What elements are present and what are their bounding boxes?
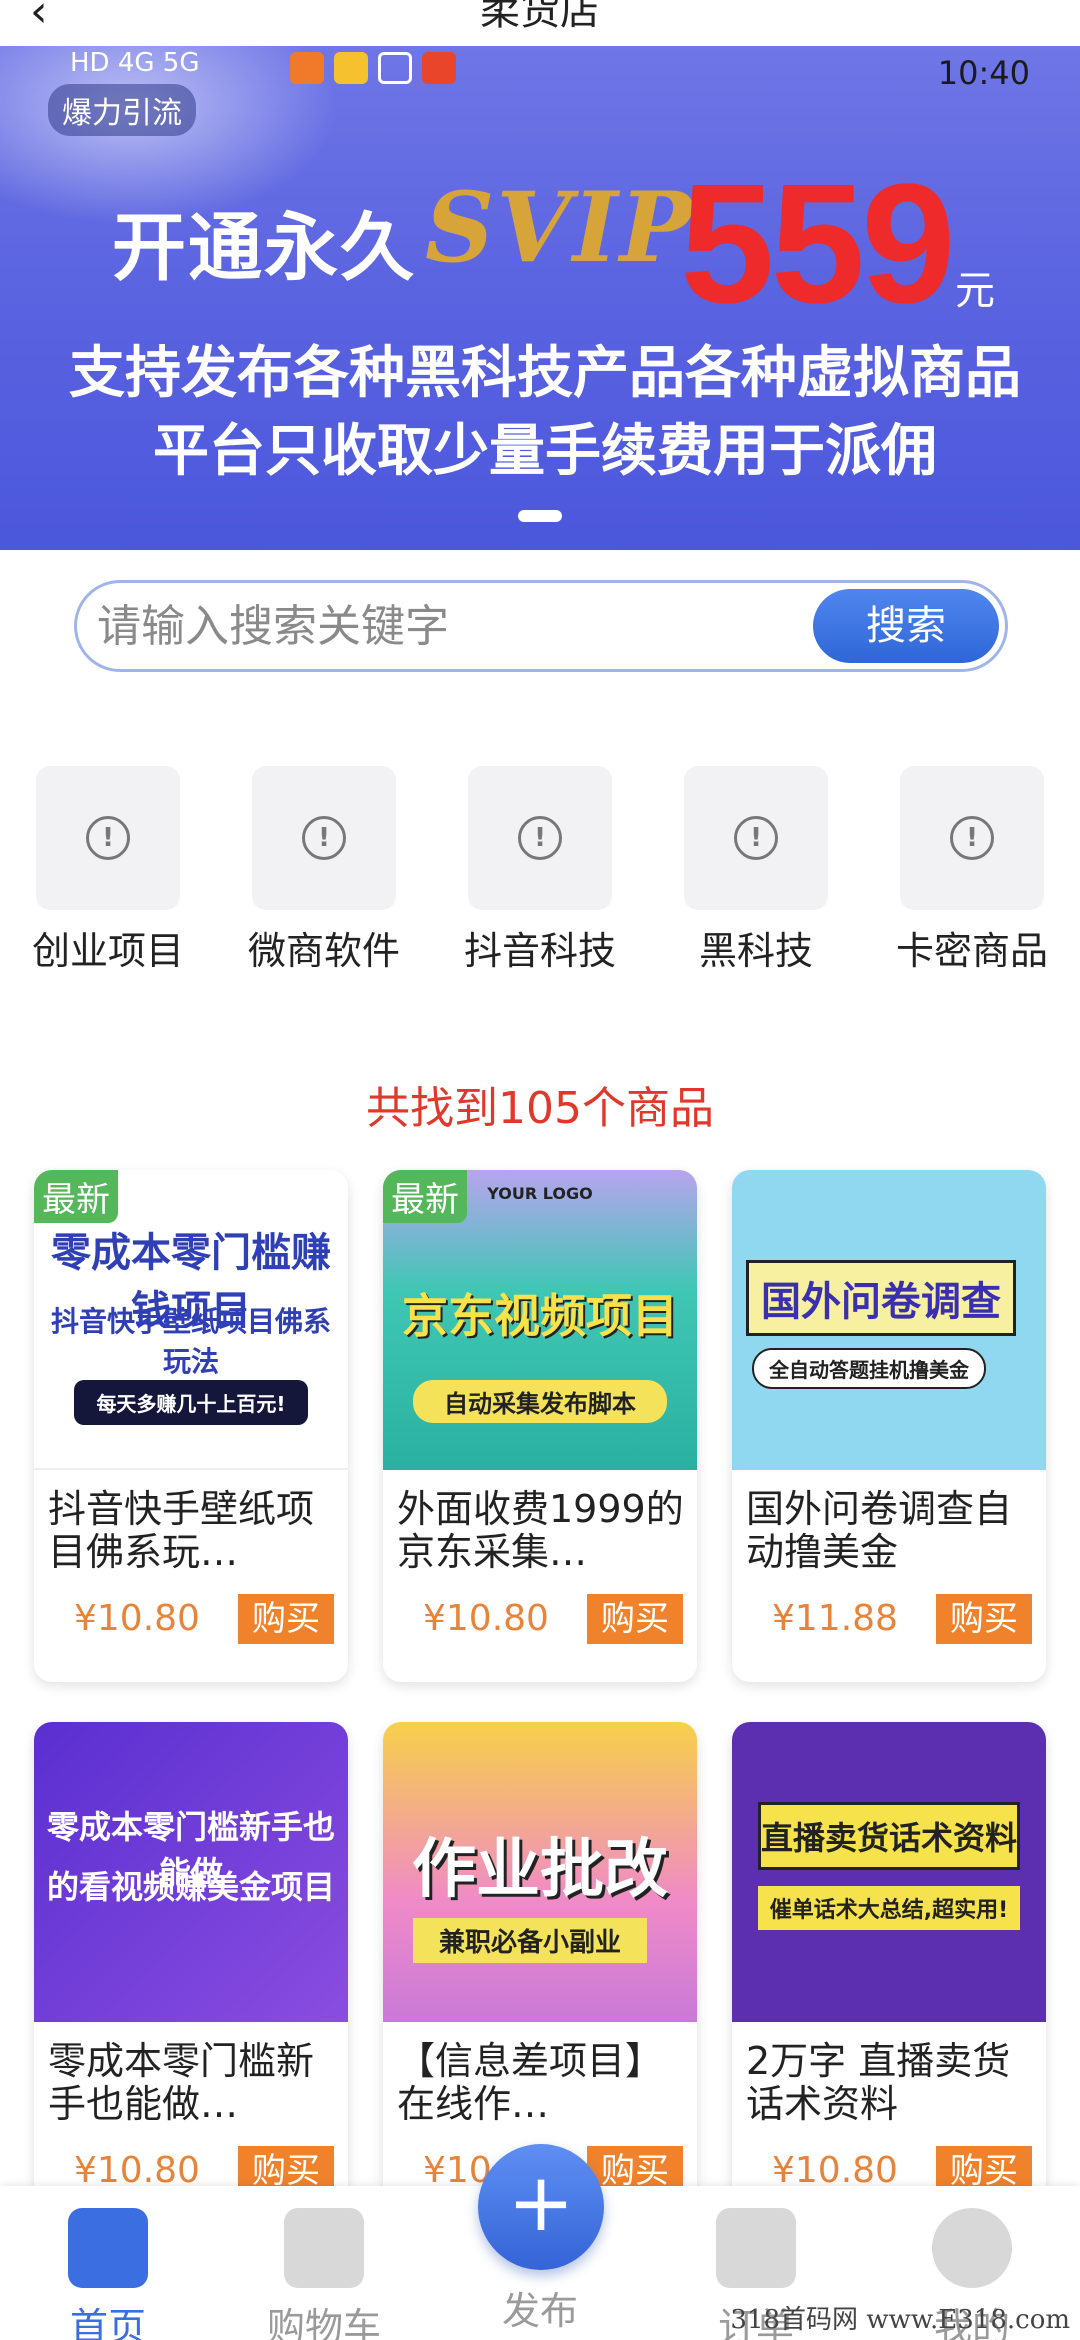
search-bar: 搜索 [74, 580, 1008, 672]
category-thumb: ! [252, 766, 396, 910]
buy-button[interactable]: 购买 [587, 1594, 683, 1644]
carousel-indicator [518, 510, 562, 522]
plus-icon: + [507, 2156, 575, 2249]
buy-button[interactable]: 购买 [936, 1594, 1032, 1644]
warning-icon: ! [518, 816, 562, 860]
warning-icon: ! [734, 816, 778, 860]
banner-price: 559 [680, 149, 956, 339]
search-input[interactable] [97, 593, 797, 659]
thumb-subtitle: 全自动答题挂机撸美金 [752, 1348, 986, 1389]
watermark: 318首码网 www.E318.com [730, 2305, 1070, 2335]
app-notification-icon [290, 52, 324, 84]
banner-line-2: 平台只收取少量手续费用于派佣 [153, 419, 937, 484]
top-nav: ‹ 柔货店 [0, 0, 1080, 46]
category-thumb: ! [684, 766, 828, 910]
thumb-subtitle: 催单话术大总结,超实用! [758, 1886, 1020, 1930]
product-title: 【信息差项目】在线作… [397, 2040, 664, 2126]
result-count: 共找到105个商品 [366, 1083, 714, 1134]
product-thumbnail: 直播卖货话术资料 催单话术大总结,超实用! [732, 1722, 1046, 2022]
product-price: ¥10.80 [74, 2150, 200, 2191]
warning-icon: ! [86, 816, 130, 860]
banner-price-unit: 元 [955, 268, 995, 314]
category-label: 微商软件 [247, 929, 400, 973]
thumb-subtitle: 自动采集发布脚本 [413, 1380, 667, 1423]
shopping-cart-icon [378, 52, 412, 84]
product-title: 零成本零门槛新手也能做… [48, 2040, 315, 2126]
book-icon [422, 52, 456, 84]
banner-headline: 开通永久 [112, 205, 416, 291]
category-label: 抖音科技 [463, 929, 616, 973]
product-price: ¥11.88 [772, 1598, 898, 1639]
category-item[interactable]: ! 卡密商品 [882, 766, 1062, 975]
product-card[interactable]: YOUR LOGO 京东视频项目 自动采集发布脚本 最新 外面收费1999的京东… [383, 1170, 697, 1682]
product-card[interactable]: 零成本零门槛新手也能做 的看视频赚美金项目 零成本零门槛新手也能做… ¥10.8… [34, 1722, 348, 2234]
product-title: 外面收费1999的京东采集… [397, 1488, 684, 1574]
publish-label: 发布 [501, 2289, 578, 2333]
thumb-subtitle: 兼职必备小副业 [413, 1918, 647, 1963]
status-time: 10:40 [937, 54, 1030, 92]
product-card[interactable]: 直播卖货话术资料 催单话术大总结,超实用! 2万字 直播卖货话术资料 ¥10.8… [732, 1722, 1046, 2234]
product-thumbnail: 零成本零门槛新手也能做 的看视频赚美金项目 [34, 1722, 348, 2022]
tab-cart[interactable]: 购物车 [234, 2196, 414, 2340]
new-badge: 最新 [383, 1170, 467, 1223]
product-thumbnail: YOUR LOGO 京东视频项目 自动采集发布脚本 最新 [383, 1170, 697, 1470]
category-label: 卡密商品 [895, 929, 1048, 973]
thumb-title: 京东视频项目 [402, 1289, 678, 1343]
thumb-subtitle: 的看视频赚美金项目 [46, 1868, 335, 1906]
buy-button[interactable]: 购买 [238, 1594, 334, 1644]
product-thumbnail: 零成本零门槛赚钱项目 抖音快手壁纸项目佛系玩法 每天多赚几十上百元! 最新 [34, 1170, 348, 1470]
promo-banner[interactable]: HD 4G 5G 10:40 爆力引流 开通永久 SVIP 559 元 支持发布… [0, 46, 1080, 550]
category-item[interactable]: ! 黑科技 [666, 766, 846, 975]
status-bar-left: HD 4G 5G [70, 48, 200, 78]
warning-icon: ! [950, 816, 994, 860]
warning-icon: ! [302, 816, 346, 860]
category-item[interactable]: ! 创业项目 [18, 766, 198, 975]
order-icon [716, 2208, 796, 2288]
status-app-icons [290, 52, 456, 84]
svip-logo: SVIP [425, 171, 694, 284]
cart-icon [284, 2208, 364, 2288]
user-icon [932, 2208, 1012, 2288]
product-price: ¥10.80 [74, 1598, 200, 1639]
category-row: ! 创业项目 ! 微商软件 ! 抖音科技 ! 黑科技 ! 卡密商品 [0, 766, 1080, 973]
category-thumb: ! [900, 766, 1044, 910]
product-card[interactable]: 国外问卷调查 全自动答题挂机撸美金 国外问卷调查自动撸美金 ¥11.88 购买 [732, 1170, 1046, 1682]
publish-button[interactable]: + [478, 2144, 604, 2270]
banner-line-1: 支持发布各种黑科技产品各种虚拟商品 [69, 341, 1021, 406]
product-price: ¥10.80 [772, 2150, 898, 2191]
search-button[interactable]: 搜索 [813, 589, 999, 663]
new-badge: 最新 [34, 1170, 118, 1223]
page-title: 柔货店 [480, 0, 600, 34]
thumb-subtitle: 抖音快手壁纸项目佛系玩法 [50, 1305, 331, 1378]
product-title: 2万字 直播卖货话术资料 [746, 2040, 1011, 2126]
category-label: 黑科技 [698, 929, 813, 973]
weibo-icon [334, 52, 368, 84]
product-thumbnail: 国外问卷调查 全自动答题挂机撸美金 [732, 1170, 1046, 1470]
category-thumb: ! [36, 766, 180, 910]
product-card[interactable]: 零成本零门槛赚钱项目 抖音快手壁纸项目佛系玩法 每天多赚几十上百元! 最新 抖音… [34, 1170, 348, 1682]
thumb-caption: 每天多赚几十上百元! [74, 1380, 308, 1425]
thumb-title: 国外问卷调查 [746, 1260, 1016, 1336]
tab-label: 购物车 [266, 2305, 381, 2340]
product-title: 抖音快手壁纸项目佛系玩… [48, 1488, 315, 1574]
category-item[interactable]: ! 抖音科技 [450, 766, 630, 975]
banner-tag: 爆力引流 [48, 84, 196, 136]
category-item[interactable]: ! 微商软件 [234, 766, 414, 975]
product-thumbnail: 作业批改 兼职必备小副业 [383, 1722, 697, 2022]
home-icon [68, 2208, 148, 2288]
tab-home[interactable]: 首页 [18, 2196, 198, 2340]
thumb-title: 直播卖货话术资料 [758, 1802, 1020, 1870]
product-price: ¥10.80 [423, 1598, 549, 1639]
category-label: 创业项目 [31, 929, 184, 973]
app-screen: ‹ 柔货店 HD 4G 5G 10:40 爆力引流 开通永久 SVIP 559 … [0, 0, 1080, 2340]
thumb-title: 作业批改 [412, 1833, 668, 1907]
product-title: 国外问卷调查自动撸美金 [746, 1488, 1013, 1574]
category-thumb: ! [468, 766, 612, 910]
tab-label: 首页 [69, 2305, 146, 2340]
